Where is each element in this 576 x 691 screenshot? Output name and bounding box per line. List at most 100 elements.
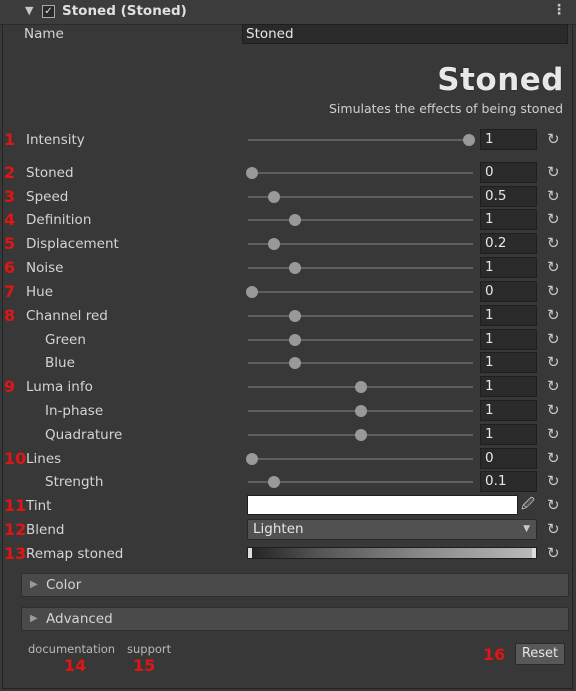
param-label: Tint xyxy=(26,498,52,514)
param-row: Strength 0.1 ↻ xyxy=(0,471,576,493)
component-header[interactable]: ▼ ✓ Stoned (Stoned) ⋮ xyxy=(0,0,576,25)
reset-button[interactable]: Reset xyxy=(515,643,565,665)
callout-number: 9 xyxy=(4,377,16,396)
reset-icon[interactable]: ↻ xyxy=(547,281,560,302)
foldout-label: Advanced xyxy=(46,611,113,627)
reset-icon[interactable]: ↻ xyxy=(547,305,560,326)
param-label: In-phase xyxy=(45,403,104,419)
reset-icon[interactable]: ↻ xyxy=(547,186,560,207)
reset-icon[interactable]: ↻ xyxy=(547,129,560,150)
param-row: 1 Intensity 1 ↻ xyxy=(0,129,576,151)
value-input[interactable]: 0 xyxy=(480,281,537,302)
callout-number: 16 xyxy=(483,645,506,664)
slider-track[interactable] xyxy=(248,481,473,483)
reset-icon[interactable]: ↻ xyxy=(547,209,560,230)
reset-icon[interactable]: ↻ xyxy=(547,162,560,183)
reset-icon[interactable]: ↻ xyxy=(547,519,560,540)
value-input[interactable]: 1 xyxy=(480,376,537,397)
value-input[interactable]: 0.5 xyxy=(480,186,537,207)
slider-thumb[interactable] xyxy=(267,191,280,203)
slider-thumb[interactable] xyxy=(246,453,258,465)
slider-track[interactable] xyxy=(248,196,473,198)
param-row: 5 Displacement 0.2 ↻ xyxy=(0,233,576,255)
advanced-foldout[interactable]: ▶ Advanced xyxy=(21,607,569,631)
slider-thumb[interactable] xyxy=(246,167,258,179)
curve-handle-right[interactable] xyxy=(532,548,536,558)
effect-description: Simulates the effects of being stoned xyxy=(328,101,563,116)
reset-icon[interactable]: ↻ xyxy=(547,471,560,492)
value-input[interactable]: 1 xyxy=(480,329,537,350)
slider-track[interactable] xyxy=(248,139,473,141)
slider-thumb[interactable] xyxy=(246,286,258,298)
reset-icon[interactable]: ↻ xyxy=(547,495,560,516)
triangle-right-icon: ▶ xyxy=(30,613,38,624)
callout-number: 11 xyxy=(4,496,27,515)
callout-number: 14 xyxy=(64,656,87,675)
param-label: Blend xyxy=(26,522,65,538)
value-input[interactable]: 1 xyxy=(480,305,537,326)
reset-icon[interactable]: ↻ xyxy=(547,448,560,469)
value-input[interactable]: 1 xyxy=(480,209,537,230)
collapse-triangle-icon[interactable]: ▼ xyxy=(25,4,33,17)
reset-icon[interactable]: ↻ xyxy=(547,233,560,254)
slider-track[interactable] xyxy=(248,362,473,364)
slider-track[interactable] xyxy=(248,315,473,317)
slider-thumb[interactable] xyxy=(354,381,367,393)
slider-track[interactable] xyxy=(248,267,473,269)
value-input[interactable]: 1 xyxy=(480,424,537,445)
value-input[interactable]: 0.2 xyxy=(480,233,537,254)
slider-thumb[interactable] xyxy=(267,476,280,488)
slider-track[interactable] xyxy=(248,243,473,245)
tint-color-field[interactable] xyxy=(247,495,518,515)
slider-thumb[interactable] xyxy=(463,134,475,146)
enabled-checkbox[interactable]: ✓ xyxy=(42,5,55,18)
slider-thumb[interactable] xyxy=(354,405,367,417)
callout-number: 15 xyxy=(133,656,156,675)
callout-number: 13 xyxy=(4,544,27,563)
param-label: Quadrature xyxy=(45,427,123,443)
curve-handle-left[interactable] xyxy=(248,548,252,558)
reset-icon[interactable]: ↻ xyxy=(547,257,560,278)
slider-thumb[interactable] xyxy=(289,214,302,226)
reset-icon[interactable]: ↻ xyxy=(547,352,560,373)
slider-thumb[interactable] xyxy=(289,357,302,369)
remap-curve-field[interactable] xyxy=(247,547,537,559)
param-label: Strength xyxy=(45,474,104,490)
slider-track[interactable] xyxy=(248,172,473,174)
slider-thumb[interactable] xyxy=(289,310,302,322)
foldout-label: Color xyxy=(46,577,82,593)
callout-number: 6 xyxy=(4,258,16,277)
support-link[interactable]: support xyxy=(127,642,171,656)
param-row: 2 Stoned 0 ↻ xyxy=(0,162,576,184)
value-input[interactable]: 0.1 xyxy=(480,471,537,492)
name-input[interactable]: Stoned xyxy=(242,24,568,44)
slider-thumb[interactable] xyxy=(289,262,302,274)
reset-icon[interactable]: ↻ xyxy=(547,329,560,350)
value-input[interactable]: 0 xyxy=(480,162,537,183)
blend-dropdown[interactable]: Lighten ▼ xyxy=(247,519,537,540)
value-input[interactable]: 1 xyxy=(480,257,537,278)
slider-thumb[interactable] xyxy=(289,334,302,346)
slider-track[interactable] xyxy=(248,458,473,460)
reset-icon[interactable]: ↻ xyxy=(547,543,560,564)
color-foldout[interactable]: ▶ Color xyxy=(21,573,569,597)
reset-icon[interactable]: ↻ xyxy=(547,424,560,445)
eyedropper-icon[interactable]: 🖉 xyxy=(521,495,535,515)
value-input[interactable]: 1 xyxy=(480,129,537,150)
value-input[interactable]: 1 xyxy=(480,400,537,421)
callout-number: 5 xyxy=(4,234,16,253)
callout-number: 10 xyxy=(4,449,27,468)
documentation-link[interactable]: documentation xyxy=(28,642,115,656)
reset-icon[interactable]: ↻ xyxy=(547,400,560,421)
slider-track[interactable] xyxy=(248,291,473,293)
callout-number: 4 xyxy=(4,210,16,229)
value-input[interactable]: 0 xyxy=(480,448,537,469)
kebab-menu-icon[interactable]: ⋮ xyxy=(552,2,566,18)
value-input[interactable]: 1 xyxy=(480,352,537,373)
slider-thumb[interactable] xyxy=(354,429,367,441)
param-label: Noise xyxy=(26,260,64,276)
reset-icon[interactable]: ↻ xyxy=(547,376,560,397)
slider-track[interactable] xyxy=(248,339,473,341)
slider-thumb[interactable] xyxy=(267,238,280,250)
slider-track[interactable] xyxy=(248,219,473,221)
